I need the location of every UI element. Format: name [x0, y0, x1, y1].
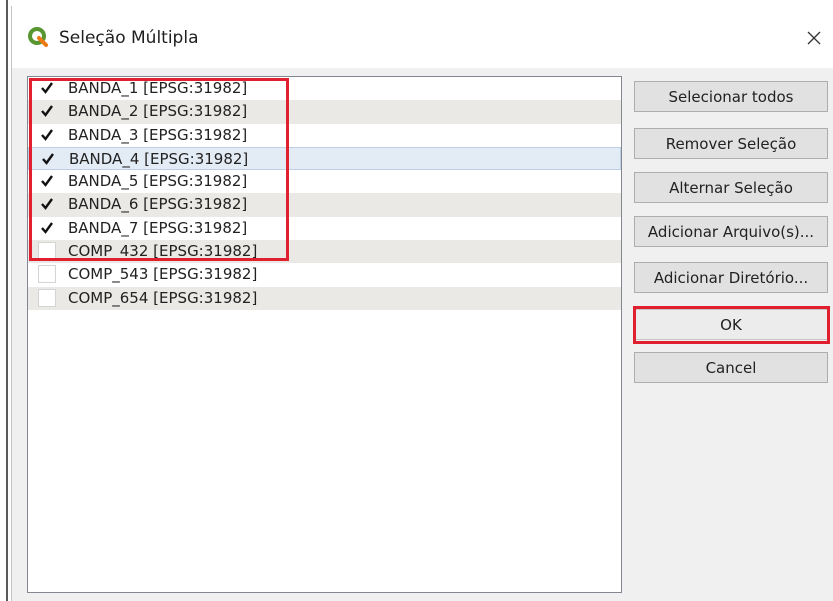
checkbox[interactable] [38, 219, 56, 237]
window-title: Seleção Múltipla [59, 28, 199, 48]
multiple-selection-dialog: Seleção Múltipla BANDA_1 [EPSG:31982] BA… [11, 6, 833, 601]
list-item-label: COMP_432 [EPSG:31982] [68, 242, 258, 261]
list-item[interactable]: BANDA_4 [EPSG:31982] [28, 146, 621, 171]
checkbox[interactable] [38, 195, 56, 213]
list-item-label: BANDA_7 [EPSG:31982] [68, 218, 248, 237]
qgis-logo-icon [28, 27, 48, 47]
close-button[interactable] [794, 20, 833, 56]
checkbox[interactable] [38, 79, 56, 97]
checkbox[interactable] [38, 242, 56, 261]
add-files-button[interactable]: Adicionar Arquivo(s)... [634, 216, 828, 247]
list-item[interactable]: BANDA_7 [EPSG:31982] [28, 217, 621, 240]
checkmark-icon [41, 128, 53, 141]
list-item[interactable]: BANDA_5 [EPSG:31982] [28, 170, 621, 193]
select-all-button[interactable]: Selecionar todos [634, 81, 828, 112]
list-item-label: BANDA_6 [EPSG:31982] [68, 195, 248, 214]
checkmark-icon [42, 153, 54, 165]
checkmark-icon [41, 82, 53, 94]
remove-selection-button[interactable]: Remover Seleção [634, 128, 828, 159]
list-item-label: COMP_654 [EPSG:31982] [68, 288, 258, 307]
list-item[interactable]: BANDA_6 [EPSG:31982] [28, 193, 621, 217]
checkbox[interactable] [38, 102, 56, 120]
checkbox[interactable] [38, 288, 56, 307]
title-bar: Seleção Múltipla [12, 6, 833, 68]
checkmark-icon [41, 105, 53, 118]
list-item[interactable]: BANDA_1 [EPSG:31982] [28, 77, 621, 100]
list-item-label: BANDA_4 [EPSG:31982] [69, 149, 249, 168]
list-item-label: BANDA_2 [EPSG:31982] [68, 102, 248, 121]
layer-list[interactable]: BANDA_1 [EPSG:31982] BANDA_2 [EPSG:31982… [27, 76, 622, 593]
list-item-label: BANDA_1 [EPSG:31982] [68, 79, 248, 97]
ok-button[interactable]: OK [634, 309, 828, 340]
list-item-label: COMP_543 [EPSG:31982] [68, 265, 258, 284]
checkmark-icon [41, 222, 53, 234]
add-directory-button[interactable]: Adicionar Diretório... [634, 262, 828, 293]
checkmark-icon [41, 175, 53, 188]
list-item-label: BANDA_3 [EPSG:31982] [68, 125, 248, 144]
cancel-button[interactable]: Cancel [634, 352, 828, 383]
list-item[interactable]: BANDA_2 [EPSG:31982] [28, 100, 621, 124]
list-item[interactable]: BANDA_3 [EPSG:31982] [28, 124, 621, 147]
checkbox[interactable] [39, 150, 57, 168]
checkbox[interactable] [38, 172, 56, 190]
checkmark-icon [41, 198, 53, 211]
close-icon [807, 31, 821, 45]
list-item-label: BANDA_5 [EPSG:31982] [68, 172, 248, 191]
list-item[interactable]: COMP_543 [EPSG:31982] [28, 263, 621, 286]
list-item[interactable]: COMP_654 [EPSG:31982] [28, 286, 621, 310]
list-item[interactable]: COMP_432 [EPSG:31982] [28, 240, 621, 264]
checkbox[interactable] [38, 265, 56, 284]
toggle-selection-button[interactable]: Alternar Seleção [634, 172, 828, 203]
background-edge-line [6, 0, 8, 601]
checkbox[interactable] [38, 126, 56, 144]
